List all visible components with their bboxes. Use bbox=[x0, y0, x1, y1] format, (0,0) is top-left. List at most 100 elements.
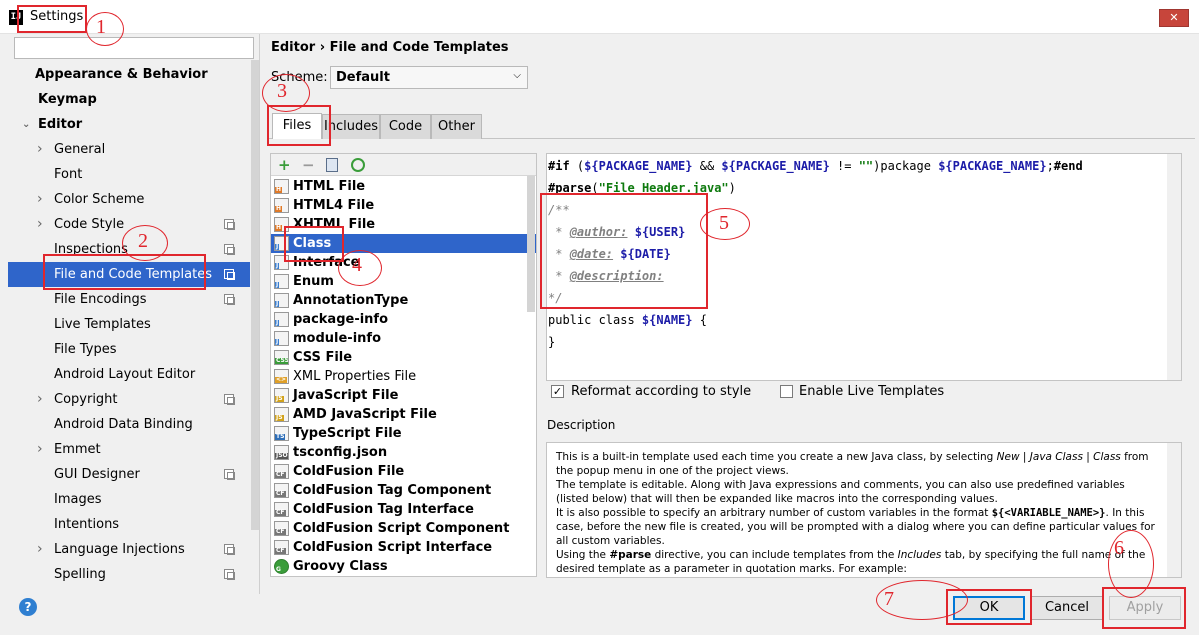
sidebar-item-copyright[interactable]: › Copyright bbox=[8, 387, 250, 412]
sidebar-item-language-injections[interactable]: › Language Injections bbox=[8, 537, 250, 562]
sidebar-item-label: Live Templates bbox=[54, 317, 151, 332]
editor-scrollbar[interactable] bbox=[1167, 154, 1181, 380]
chevron-right-icon[interactable]: › bbox=[37, 537, 43, 562]
sidebar-item-keymap[interactable]: Keymap bbox=[8, 87, 250, 112]
settings-search-input[interactable] bbox=[14, 37, 254, 59]
template-item-css-file[interactable]: CSS CSS File bbox=[271, 348, 536, 367]
template-item-coldfusion-tag-interface[interactable]: CF ColdFusion Tag Interface bbox=[271, 500, 536, 519]
sidebar-item-file-encodings[interactable]: File Encodings bbox=[8, 287, 250, 312]
file-type-icon: CF bbox=[274, 483, 289, 498]
sidebar-item-font[interactable]: Font bbox=[8, 162, 250, 187]
annotation-box-6 bbox=[1102, 587, 1186, 629]
close-button[interactable]: ✕ bbox=[1159, 9, 1189, 27]
template-item-typescript-file[interactable]: TS TypeScript File bbox=[271, 424, 536, 443]
sidebar-item-editor[interactable]: ⌄ Editor bbox=[8, 112, 250, 137]
template-item-module-info[interactable]: Jmodule-info bbox=[271, 329, 536, 348]
sidebar-item-label: Spelling bbox=[54, 567, 106, 582]
template-list-scrollbar[interactable] bbox=[527, 176, 535, 312]
scheme-dropdown[interactable]: Default ⌵ bbox=[330, 66, 528, 89]
reset-icon[interactable] bbox=[351, 158, 365, 172]
file-type-icon: J bbox=[274, 274, 289, 289]
template-item-javascript-file[interactable]: JS JavaScript File bbox=[271, 386, 536, 405]
sidebar-item-label: Appearance & Behavior bbox=[35, 67, 208, 82]
template-item-label: Enum bbox=[293, 274, 334, 289]
sidebar-item-appearance-behavior[interactable]: Appearance & Behavior bbox=[8, 62, 250, 87]
template-item-coldfusion-file[interactable]: CF ColdFusion File bbox=[271, 462, 536, 481]
description-scrollbar[interactable] bbox=[1167, 443, 1181, 577]
template-item-label: TypeScript File bbox=[293, 426, 402, 441]
template-item-package-info[interactable]: Jpackage-info bbox=[271, 310, 536, 329]
sidebar-scrollbar[interactable] bbox=[251, 60, 259, 530]
tab-other[interactable]: Other bbox=[431, 114, 482, 139]
template-item-label: AnnotationType bbox=[293, 293, 409, 308]
sidebar-item-label: Emmet bbox=[54, 442, 101, 457]
sidebar-item-gui-designer[interactable]: GUI Designer bbox=[8, 462, 250, 487]
live-templates-checkbox[interactable] bbox=[780, 385, 793, 398]
chevron-down-icon: ⌵ bbox=[513, 70, 521, 81]
copy-icon[interactable] bbox=[326, 158, 338, 172]
chevron-right-icon[interactable]: › bbox=[37, 387, 43, 412]
template-item-html4-file[interactable]: H HTML4 File bbox=[271, 196, 536, 215]
file-type-icon: CF bbox=[274, 502, 289, 517]
template-item-groovy-class[interactable]: G Groovy Class bbox=[271, 557, 536, 576]
file-type-icon: JS bbox=[274, 388, 289, 403]
chevron-down-icon[interactable]: ⌄ bbox=[22, 112, 30, 137]
annotation-box-2 bbox=[43, 254, 206, 290]
sidebar-item-label: Color Scheme bbox=[54, 192, 145, 207]
template-item-html-file[interactable]: H HTML File bbox=[271, 177, 536, 196]
template-item-amd-javascript-file[interactable]: JS AMD JavaScript File bbox=[271, 405, 536, 424]
sidebar-item-label: Keymap bbox=[38, 92, 97, 107]
tab-code[interactable]: Code bbox=[380, 114, 431, 139]
template-item-label: HTML4 File bbox=[293, 198, 375, 213]
annotation-number-3: 3 bbox=[277, 80, 287, 102]
reformat-checkbox[interactable]: ✓ bbox=[551, 385, 564, 398]
template-item-coldfusion-tag-component[interactable]: CF ColdFusion Tag Component bbox=[271, 481, 536, 500]
sidebar-item-label: Android Data Binding bbox=[54, 417, 193, 432]
sidebar-item-live-templates[interactable]: Live Templates bbox=[8, 312, 250, 337]
template-toolbar: + − bbox=[271, 154, 536, 176]
template-item-xml-properties-file[interactable]: <> XML Properties File bbox=[271, 367, 536, 386]
code-line-8: public class ${NAME} { bbox=[548, 313, 707, 327]
sidebar-item-color-scheme[interactable]: › Color Scheme bbox=[8, 187, 250, 212]
add-template-button[interactable]: + bbox=[278, 156, 291, 174]
sidebar-item-label: Font bbox=[54, 167, 83, 182]
template-item-label: ColdFusion File bbox=[293, 464, 405, 479]
project-scope-icon bbox=[224, 269, 235, 280]
code-line-1: #if (${PACKAGE_NAME} && ${PACKAGE_NAME} … bbox=[548, 159, 1083, 173]
annotation-number-4: 4 bbox=[352, 254, 362, 276]
sidebar-item-label: General bbox=[54, 142, 106, 157]
project-scope-icon bbox=[224, 394, 235, 405]
sidebar-item-emmet[interactable]: › Emmet bbox=[8, 437, 250, 462]
template-item-enum[interactable]: J Enum bbox=[271, 272, 536, 291]
chevron-right-icon[interactable]: › bbox=[37, 212, 43, 237]
file-type-icon: JS bbox=[274, 407, 289, 422]
template-item-label: module-info bbox=[293, 331, 382, 346]
chevron-right-icon[interactable]: › bbox=[37, 187, 43, 212]
sidebar-item-spelling[interactable]: Spelling bbox=[8, 562, 250, 587]
description-text: This is a built-in template used each ti… bbox=[556, 451, 1155, 575]
template-item-tsconfig-json[interactable]: JSON tsconfig.json bbox=[271, 443, 536, 462]
template-item-label: ColdFusion Tag Interface bbox=[293, 502, 474, 517]
remove-template-button[interactable]: − bbox=[302, 156, 315, 174]
annotation-box-3 bbox=[267, 105, 331, 146]
sidebar-item-android-layout-editor[interactable]: Android Layout Editor bbox=[8, 362, 250, 387]
chevron-right-icon[interactable]: › bbox=[37, 437, 43, 462]
sidebar-item-android-data-binding[interactable]: Android Data Binding bbox=[8, 412, 250, 437]
template-item-label: HTML File bbox=[293, 179, 366, 194]
template-item-annotationtype[interactable]: J AnnotationType bbox=[271, 291, 536, 310]
template-item-coldfusion-script-interface[interactable]: CF ColdFusion Script Interface bbox=[271, 538, 536, 557]
file-type-icon: CF bbox=[274, 464, 289, 479]
annotation-number-1: 1 bbox=[96, 16, 106, 38]
sidebar-item-images[interactable]: Images bbox=[8, 487, 250, 512]
sidebar-item-intentions[interactable]: Intentions bbox=[8, 512, 250, 537]
sidebar-item-file-types[interactable]: File Types bbox=[8, 337, 250, 362]
chevron-right-icon[interactable]: › bbox=[37, 137, 43, 162]
template-item-label: ColdFusion Script Interface bbox=[293, 540, 493, 555]
template-item-coldfusion-script-component[interactable]: CF ColdFusion Script Component bbox=[271, 519, 536, 538]
help-icon[interactable]: ? bbox=[19, 598, 37, 616]
sidebar-item-label: File Types bbox=[54, 342, 117, 357]
sidebar-item-general[interactable]: › General bbox=[8, 137, 250, 162]
file-type-icon: J bbox=[274, 331, 289, 346]
cancel-button[interactable]: Cancel bbox=[1031, 596, 1103, 620]
file-type-icon: H bbox=[274, 179, 289, 194]
